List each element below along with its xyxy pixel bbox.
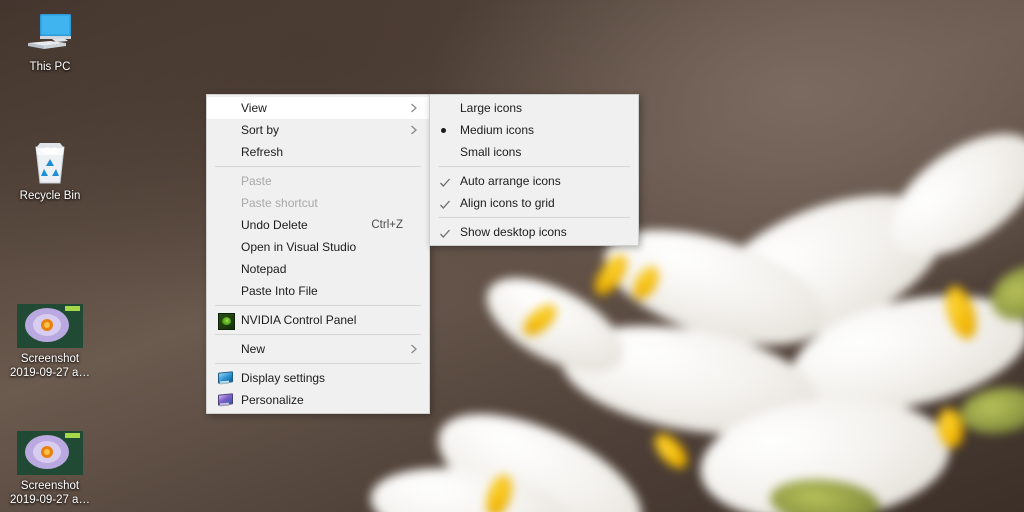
menu-item-label: Auto arrange icons: [460, 174, 561, 188]
menu-item-paste[interactable]: Paste: [207, 170, 429, 192]
menu-item-paste-shortcut[interactable]: Paste shortcut: [207, 192, 429, 214]
menu-item-label: Large icons: [460, 101, 523, 115]
menu-item-label: Open in Visual Studio: [241, 240, 357, 254]
menu-item-paste-into-file[interactable]: Paste Into File: [207, 280, 429, 302]
desktop-icon-label-line2: 2019-09-27 a…: [10, 367, 90, 379]
submenu-item-small-icons[interactable]: Small icons: [430, 141, 638, 163]
submenu-item-auto-arrange-icons[interactable]: Auto arrange icons: [430, 170, 638, 192]
menu-item-label: Refresh: [241, 145, 284, 159]
leaf-shape: [957, 382, 1024, 439]
image-thumbnail-icon: [4, 425, 96, 475]
stamen-shape: [648, 428, 694, 474]
menu-item-label: View: [241, 101, 267, 115]
menu-item-label: NVIDIA Control Panel: [241, 313, 357, 327]
chevron-right-icon: [409, 338, 419, 360]
menu-item-view[interactable]: View: [207, 97, 429, 119]
submenu-item-align-icons-to-grid[interactable]: Align icons to grid: [430, 192, 638, 214]
image-thumbnail-icon: [4, 298, 96, 348]
checkmark-icon: [439, 174, 451, 188]
submenu-separator-1: [438, 166, 630, 167]
menu-item-personalize[interactable]: Personalize: [207, 389, 429, 411]
desktop-icon-this-pc[interactable]: This PC: [4, 6, 96, 74]
desktop-icon-label: Screenshot: [20, 353, 80, 365]
checkmark-icon: [439, 225, 451, 239]
chevron-right-icon: [409, 119, 419, 141]
computer-icon: [4, 6, 96, 56]
nvidia-icon: [218, 313, 235, 330]
menu-item-notepad[interactable]: Notepad: [207, 258, 429, 280]
desktop-icon-label: Recycle Bin: [19, 190, 81, 202]
menu-item-display-settings[interactable]: Display settings: [207, 367, 429, 389]
desktop-icon-label: This PC: [29, 61, 71, 73]
menu-item-label: Paste Into File: [241, 284, 318, 298]
menu-item-label: Paste shortcut: [241, 196, 318, 210]
menu-separator-1: [215, 166, 421, 167]
recycle-bin-icon: [4, 135, 96, 185]
menu-item-new[interactable]: New: [207, 338, 429, 360]
menu-separator-2: [215, 305, 421, 306]
menu-item-accelerator: Ctrl+Z: [371, 219, 403, 231]
menu-item-label: Notepad: [241, 262, 287, 276]
submenu-item-medium-icons[interactable]: Medium icons: [430, 119, 638, 141]
menu-item-label: New: [241, 342, 266, 356]
menu-item-label: Medium icons: [460, 123, 535, 137]
menu-item-label: Undo Delete: [241, 218, 308, 232]
desktop-icon-screenshot-2[interactable]: Screenshot 2019-09-27 a…: [4, 425, 96, 507]
menu-item-label: Show desktop icons: [460, 225, 567, 239]
submenu-item-large-icons[interactable]: Large icons: [430, 97, 638, 119]
submenu-item-show-desktop-icons[interactable]: Show desktop icons: [430, 221, 638, 243]
menu-item-label: Small icons: [460, 145, 522, 159]
menu-item-refresh[interactable]: Refresh: [207, 141, 429, 163]
chevron-right-icon: [409, 97, 419, 119]
menu-separator-4: [215, 363, 421, 364]
menu-separator-3: [215, 334, 421, 335]
desktop-icon-label-line2: 2019-09-27 a…: [10, 494, 90, 506]
menu-item-nvidia-control-panel[interactable]: NVIDIA Control Panel: [207, 309, 429, 331]
menu-item-sort-by[interactable]: Sort by: [207, 119, 429, 141]
desktop-context-menu[interactable]: View Sort by Refresh Paste Paste shortcut Und…: [206, 94, 430, 414]
desktop-icon-screenshot-1[interactable]: Screenshot 2019-09-27 a…: [4, 298, 96, 380]
menu-item-label: Sort by: [241, 123, 280, 137]
desktop-icon-recycle-bin[interactable]: Recycle Bin: [4, 135, 96, 203]
checkmark-icon: [439, 196, 451, 210]
desktop-wallpaper[interactable]: This PC Recycle Bin Screenshot 2019-09-2…: [0, 0, 1024, 512]
submenu-separator-2: [438, 217, 630, 218]
desktop-icon-label: Screenshot: [20, 480, 80, 492]
wallpaper-blur-layer: [0, 0, 1024, 512]
monitor-blue-icon: [218, 371, 233, 386]
monitor-purple-icon: [218, 393, 233, 408]
menu-item-label: Display settings: [241, 371, 326, 385]
radio-selected-icon: [441, 128, 446, 133]
menu-item-label: Paste: [241, 174, 272, 188]
view-submenu[interactable]: Large icons Medium icons Small icons Auto a…: [429, 94, 639, 246]
menu-item-label: Align icons to grid: [460, 196, 555, 210]
menu-item-undo-delete[interactable]: Undo Delete Ctrl+Z: [207, 214, 429, 236]
menu-item-open-in-visual-studio[interactable]: Open in Visual Studio: [207, 236, 429, 258]
menu-item-label: Personalize: [241, 393, 304, 407]
